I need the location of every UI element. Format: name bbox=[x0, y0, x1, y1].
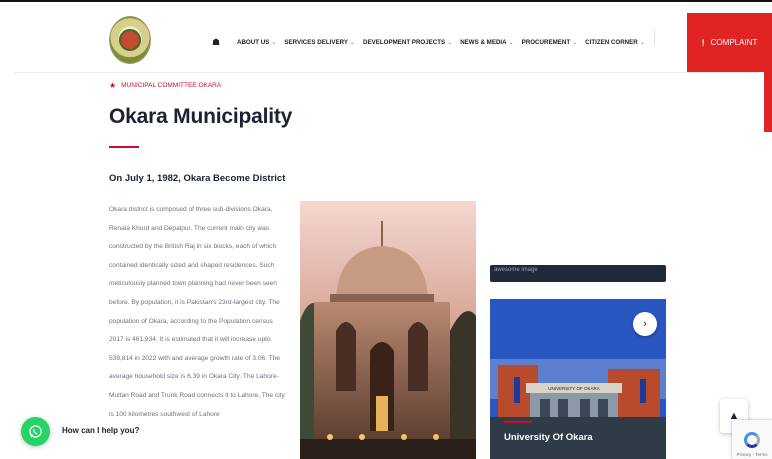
breadcrumb-label: MUNICIPAL COMMITTEE OKARA bbox=[121, 82, 222, 89]
nav-about-us[interactable]: ABOUT US ⌄ bbox=[237, 38, 276, 48]
municipal-logo[interactable] bbox=[109, 16, 151, 64]
star-icon: ★ bbox=[109, 81, 117, 90]
chevron-right-icon: › bbox=[643, 318, 647, 330]
nav-divider bbox=[654, 30, 655, 44]
nav-news-media[interactable]: NEWS & MEDIA ⌄ bbox=[460, 38, 513, 48]
whatsapp-icon bbox=[29, 425, 42, 438]
nav-services-delivery[interactable]: SERVICES DELIVERY ⌄ bbox=[284, 38, 355, 48]
nav-citizen-corner[interactable]: CITIZEN CORNER ⌄ bbox=[585, 38, 645, 48]
intro-paragraph: Okara district is composed of three sub-… bbox=[109, 206, 285, 418]
chevron-down-icon: ⌄ bbox=[349, 40, 355, 46]
recaptcha-icon bbox=[744, 432, 760, 448]
chevron-down-icon: ⌄ bbox=[639, 40, 645, 46]
main-nav: ABOUT US ⌄ SERVICES DELIVERY ⌄ DEVELOPMENT… bbox=[237, 38, 653, 48]
nav-development-projects[interactable]: DEVELOPMENT PROJECTS ⌄ bbox=[363, 38, 452, 48]
exclamation-icon: ! bbox=[701, 37, 705, 48]
monument-photo bbox=[300, 201, 476, 459]
home-icon[interactable]: ☗ bbox=[212, 38, 220, 47]
card-accent-bar bbox=[504, 421, 532, 423]
breadcrumb: ★ MUNICIPAL COMMITTEE OKARA bbox=[109, 81, 221, 90]
chevron-down-icon: ⌄ bbox=[447, 40, 453, 46]
header-divider bbox=[14, 72, 758, 73]
recaptcha-badge[interactable]: Privacy - Terms bbox=[732, 420, 772, 459]
chevron-down-icon: ⌄ bbox=[508, 40, 514, 46]
card-title[interactable]: University Of Okara bbox=[504, 432, 593, 443]
side-accent bbox=[764, 72, 772, 132]
page-title: Okara Municipality bbox=[109, 105, 293, 128]
site-header: ☗ ABOUT US ⌄ SERVICES DELIVERY ⌄ DEVELOPME… bbox=[0, 2, 772, 72]
recaptcha-text: Privacy - Terms bbox=[736, 452, 768, 457]
broken-image: awesome image bbox=[490, 265, 666, 282]
complaint-button[interactable]: ! COMPLAINT bbox=[687, 13, 772, 72]
section-subtitle: On July 1, 1982, Okara Become District bbox=[109, 173, 286, 184]
university-sign: UNIVERSITY OF OKARA bbox=[548, 386, 599, 391]
monument-illustration bbox=[300, 201, 476, 459]
chevron-down-icon: ⌄ bbox=[572, 40, 578, 46]
nav-procurement[interactable]: PROCUREMENT ⌄ bbox=[522, 38, 578, 48]
broken-image-alt: awesome image bbox=[494, 267, 538, 273]
complaint-label: COMPLAINT bbox=[710, 38, 758, 47]
whatsapp-prompt[interactable]: How can I help you? bbox=[62, 426, 139, 435]
carousel-next-button[interactable]: › bbox=[633, 312, 657, 336]
whatsapp-button[interactable] bbox=[21, 417, 50, 446]
logo-emblem bbox=[119, 29, 141, 51]
chevron-down-icon: ⌄ bbox=[271, 40, 277, 46]
title-underline bbox=[109, 146, 142, 148]
